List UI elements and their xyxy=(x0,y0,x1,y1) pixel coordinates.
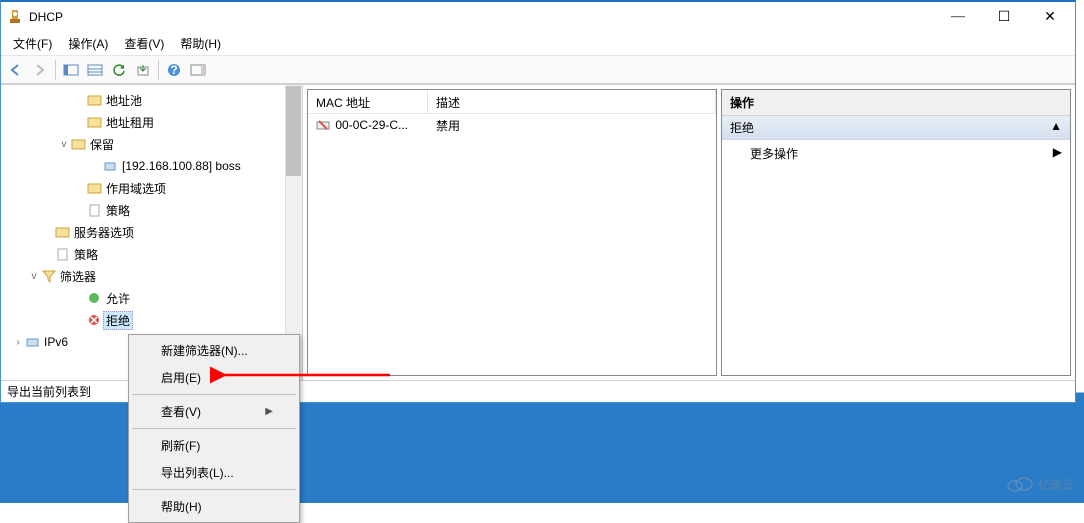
menu-separator xyxy=(132,394,296,395)
tree-node-policies-2[interactable]: 策略 xyxy=(1,243,302,265)
menu-separator xyxy=(132,489,296,490)
collapse-icon[interactable]: v xyxy=(57,139,71,150)
forward-button[interactable] xyxy=(29,59,51,81)
tree-node-allow[interactable]: 允许 xyxy=(1,287,302,309)
collapse-icon[interactable]: v xyxy=(27,271,41,282)
actions-pane: 操作 拒绝▲ 更多操作▶ xyxy=(721,89,1071,376)
menu-action[interactable]: 操作(A) xyxy=(60,32,116,55)
menu-file[interactable]: 文件(F) xyxy=(5,32,60,55)
watermark: 亿速云 xyxy=(1006,475,1074,493)
cell-desc: 禁用 xyxy=(428,115,716,136)
menu-export[interactable]: 导出列表(L)... xyxy=(131,459,297,486)
details-button[interactable] xyxy=(84,59,106,81)
menubar: 文件(F) 操作(A) 查看(V) 帮助(H) xyxy=(1,32,1075,56)
menu-refresh[interactable]: 刷新(F) xyxy=(131,432,297,459)
list-pane[interactable]: MAC 地址 描述 00-0C-29-C... 禁用 xyxy=(307,89,717,376)
menu-view[interactable]: 查看(V)▶ xyxy=(131,398,297,425)
minimize-button[interactable]: — xyxy=(935,3,981,31)
maximize-button[interactable]: ☐ xyxy=(981,3,1027,31)
list-row[interactable]: 00-0C-29-C... 禁用 xyxy=(308,114,716,136)
tree-node-reservation-item[interactable]: [192.168.100.88] boss xyxy=(1,155,302,177)
menu-view[interactable]: 查看(V) xyxy=(116,32,172,55)
refresh-button[interactable] xyxy=(108,59,130,81)
tree-node-policies[interactable]: 策略 xyxy=(1,199,302,221)
cell-mac: 00-0C-29-C... xyxy=(308,116,428,135)
show-hide-button[interactable] xyxy=(60,59,82,81)
column-header-mac[interactable]: MAC 地址 xyxy=(308,90,428,113)
tree-node-address-pool[interactable]: 地址池 xyxy=(1,89,302,111)
back-button[interactable] xyxy=(5,59,27,81)
collapse-icon: ▲ xyxy=(1050,119,1062,136)
submenu-arrow-icon: ▶ xyxy=(1053,145,1062,162)
close-button[interactable]: ✕ xyxy=(1027,3,1073,31)
export-button[interactable] xyxy=(132,59,154,81)
window-title: DHCP xyxy=(29,10,935,24)
actions-header: 操作 xyxy=(722,90,1070,116)
toolbar-separator xyxy=(55,60,56,80)
tree-node-scope-options[interactable]: 作用域选项 xyxy=(1,177,302,199)
properties-button[interactable] xyxy=(187,59,209,81)
action-more[interactable]: 更多操作▶ xyxy=(722,140,1070,167)
submenu-arrow-icon: ▶ xyxy=(265,406,273,417)
toolbar: ? xyxy=(1,56,1075,84)
toolbar-separator xyxy=(158,60,159,80)
menu-new-filter[interactable]: 新建筛选器(N)... xyxy=(131,337,297,364)
help-button[interactable]: ? xyxy=(163,59,185,81)
tree-node-deny[interactable]: 拒绝 xyxy=(1,309,302,331)
tree-node-server-options[interactable]: 服务器选项 xyxy=(1,221,302,243)
tree-node-reservations[interactable]: v保留 xyxy=(1,133,302,155)
menu-enable[interactable]: 启用(E) xyxy=(131,364,297,391)
menu-help[interactable]: 帮助(H) xyxy=(131,493,297,520)
tree-node-filters[interactable]: v筛选器 xyxy=(1,265,302,287)
svg-text:?: ? xyxy=(170,63,177,77)
titlebar: DHCP — ☐ ✕ xyxy=(1,2,1075,32)
tree: 地址池 地址租用 v保留 [192.168.100.88] boss 作用域选项… xyxy=(1,85,302,357)
menu-separator xyxy=(132,428,296,429)
actions-section[interactable]: 拒绝▲ xyxy=(722,116,1070,140)
expand-icon[interactable]: › xyxy=(11,337,25,348)
status-text: 导出当前列表到 xyxy=(7,383,91,400)
menu-help[interactable]: 帮助(H) xyxy=(172,32,229,55)
tree-node-lease[interactable]: 地址租用 xyxy=(1,111,302,133)
column-header-desc[interactable]: 描述 xyxy=(428,90,716,113)
app-icon xyxy=(7,9,23,25)
scrollbar-thumb[interactable] xyxy=(286,86,301,176)
context-menu: 新建筛选器(N)... 启用(E) 查看(V)▶ 刷新(F) 导出列表(L)..… xyxy=(128,334,300,523)
list-header: MAC 地址 描述 xyxy=(308,90,716,114)
